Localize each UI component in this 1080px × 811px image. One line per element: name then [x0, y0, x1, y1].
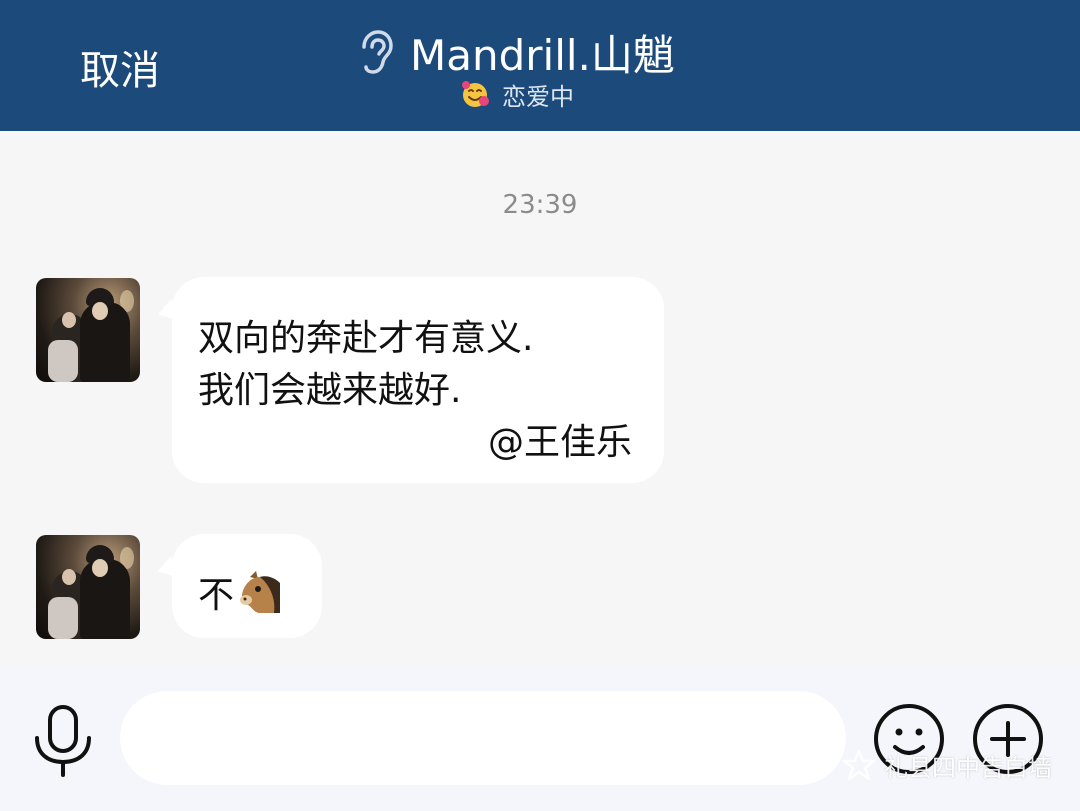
horse-face-icon — [240, 571, 281, 613]
relationship-status: 恋爱中 — [460, 78, 574, 111]
chat-title: Mandrill.山魈 — [410, 30, 675, 80]
message-line: 不 — [198, 566, 286, 618]
message-timestamp: 23:39 — [502, 190, 578, 220]
cancel-button[interactable]: 取消 — [80, 38, 160, 96]
ear-icon — [362, 30, 393, 74]
avatar[interactable] — [36, 278, 140, 382]
message-bubble[interactable]: 双向的奔赴才有意义. 我们会越来越好. @王佳乐 — [172, 277, 664, 483]
chat-title-row[interactable]: Mandrill.山魈 — [356, 26, 675, 80]
avatar[interactable] — [36, 535, 140, 639]
chat-header: 取消 Mandrill.山魈 恋爱中 — [0, 0, 1080, 131]
smiling-face-with-hearts-icon — [460, 79, 490, 109]
message-text: 不 — [198, 575, 235, 616]
message-line: 我们会越来越好. — [198, 370, 462, 411]
status-label: 恋爱中 — [502, 82, 574, 111]
message-bubble[interactable]: 不 — [172, 534, 322, 638]
microphone-icon[interactable] — [32, 704, 94, 778]
message-input[interactable] — [120, 691, 846, 785]
mention-text: @王佳乐 — [487, 422, 632, 463]
star-logo-icon — [842, 749, 876, 781]
message-line: 双向的奔赴才有意义. — [198, 318, 534, 359]
watermark-text: 礼县四中告白墙 — [884, 753, 1052, 782]
watermark: 礼县四中告白墙 — [842, 748, 1052, 782]
